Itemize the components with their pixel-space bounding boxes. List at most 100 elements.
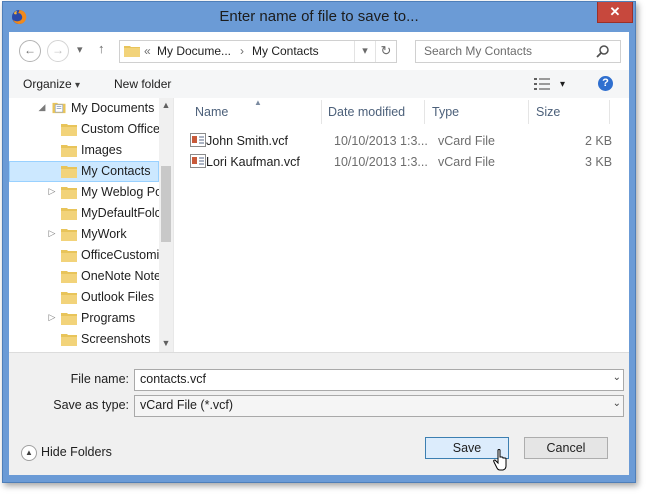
column-header-name[interactable]: Name: [195, 105, 228, 119]
scroll-down-icon[interactable]: ▼: [159, 338, 173, 348]
tree-item-my-weblog-posts[interactable]: ▷ My Weblog Po: [9, 182, 163, 203]
folder-icon: [61, 292, 77, 304]
collapse-up-icon: ▲: [21, 445, 37, 461]
tree-item-mywork[interactable]: ▷ MyWork: [9, 224, 159, 245]
file-row[interactable]: John Smith.vcf 10/10/2013 1:3... vCard F…: [190, 131, 620, 151]
chevron-down-icon[interactable]: ⌄: [613, 372, 621, 383]
tree-item-label: MyWork: [81, 227, 127, 241]
documents-folder-icon: [52, 102, 66, 114]
folder-icon: [124, 46, 140, 57]
expand-arrow-icon[interactable]: ▷: [47, 312, 57, 323]
search-box[interactable]: Search My Contacts: [415, 40, 621, 63]
file-type: vCard File: [438, 134, 495, 148]
expand-arrow-icon[interactable]: ▷: [47, 228, 57, 239]
breadcrumb-my-contacts[interactable]: My Contacts: [252, 44, 319, 58]
chevron-down-icon[interactable]: ⌄: [613, 398, 621, 409]
tree-item-images[interactable]: Images: [9, 140, 159, 161]
refresh-button[interactable]: ↻: [375, 41, 396, 62]
recent-locations-button[interactable]: ▾: [77, 43, 83, 56]
folder-icon: [61, 313, 77, 325]
folder-icon: [61, 145, 77, 157]
file-name-input[interactable]: contacts.vcf: [140, 372, 206, 386]
tree-item-label: OfficeCustomi: [81, 248, 160, 262]
help-icon[interactable]: ?: [598, 76, 613, 91]
tree-item-onenote-notebooks[interactable]: OneNote Note: [9, 266, 161, 287]
search-input[interactable]: Search My Contacts: [424, 44, 532, 58]
cancel-button[interactable]: Cancel: [524, 437, 608, 459]
column-header-size[interactable]: Size: [536, 105, 560, 119]
tree-scrollbar[interactable]: ▲ ▼: [159, 98, 173, 352]
tree-item-label: My Documents: [71, 101, 155, 115]
folder-icon: [61, 334, 77, 346]
column-divider[interactable]: [321, 100, 322, 124]
search-icon: [596, 45, 609, 58]
back-button[interactable]: ←: [19, 40, 41, 62]
up-button[interactable]: ↑: [98, 41, 105, 56]
save-as-type-label: Save as type:: [53, 398, 129, 412]
dialog-body: ← → ▾ ↑ « My Docume... › My Contacts ▾ ↻…: [9, 32, 629, 475]
organize-label: Organize: [23, 77, 72, 91]
tree-item-custom-office[interactable]: Custom Office: [9, 119, 160, 140]
address-dropdown-button[interactable]: ▾: [354, 41, 375, 62]
save-as-type-select[interactable]: vCard File (*.vcf) ⌄: [134, 395, 624, 417]
folder-icon: [61, 250, 77, 262]
window-title: Enter name of file to save to...: [219, 8, 419, 25]
vcard-file-icon: [190, 133, 206, 147]
column-divider[interactable]: [609, 100, 610, 124]
file-name: John Smith.vcf: [206, 134, 288, 148]
close-button[interactable]: ✕: [597, 2, 633, 23]
tree-item-label: Programs: [81, 311, 136, 325]
organize-button[interactable]: Organize ▾: [23, 77, 80, 91]
tree-item-label: OneNote Note: [81, 269, 161, 283]
folder-icon: [61, 229, 77, 241]
column-header-date-modified[interactable]: Date modified: [328, 105, 405, 119]
tree-item-my-documents[interactable]: ◢ My Documents: [9, 98, 159, 119]
new-folder-button[interactable]: New folder: [114, 77, 171, 91]
chevron-down-icon: ▾: [362, 45, 368, 57]
file-type: vCard File: [438, 155, 495, 169]
save-as-type-value: vCard File (*.vcf): [140, 398, 234, 412]
back-arrow-icon: ←: [24, 43, 36, 57]
tree-item-mydefaultfolder[interactable]: MyDefaultFolc: [9, 203, 161, 224]
forward-arrow-icon: →: [52, 43, 64, 57]
file-size: 2 KB: [585, 134, 613, 148]
file-row[interactable]: Lori Kaufman.vcf 10/10/2013 1:3... vCard…: [190, 152, 620, 172]
breadcrumb-overflow[interactable]: «: [144, 44, 151, 58]
navigation-bar: ← → ▾ ↑ « My Docume... › My Contacts ▾ ↻…: [9, 32, 629, 70]
tree-item-my-contacts[interactable]: My Contacts: [9, 161, 159, 182]
close-icon: ✕: [609, 4, 621, 19]
file-size: 3 KB: [585, 155, 613, 169]
tree-item-outlook-files[interactable]: Outlook Files: [9, 287, 159, 308]
tree-item-label: Outlook Files: [81, 290, 154, 304]
change-view-button[interactable]: [534, 78, 550, 93]
save-dialog-window: Enter name of file to save to... ✕ ← → ▾…: [2, 1, 636, 483]
scrollbar-thumb[interactable]: [161, 166, 171, 242]
breadcrumb-my-documents[interactable]: My Docume...: [157, 44, 231, 58]
expand-arrow-icon[interactable]: ▷: [47, 186, 57, 197]
tree-item-label: MyDefaultFolc: [81, 206, 161, 220]
sort-ascending-icon: ▲: [254, 98, 262, 107]
column-header-type[interactable]: Type: [432, 105, 459, 119]
scroll-up-icon[interactable]: ▲: [159, 100, 173, 110]
column-divider[interactable]: [424, 100, 425, 124]
chevron-down-icon: ▾: [75, 80, 81, 91]
details-view-icon: [534, 78, 550, 90]
tree-item-officecustomizations[interactable]: OfficeCustomi: [9, 245, 159, 266]
tree-item-label: My Weblog Po: [81, 185, 163, 199]
file-list: ▲ Name Date modified Type Size John Smit…: [174, 98, 629, 352]
tree-item-programs[interactable]: ▷ Programs: [9, 308, 159, 329]
title-bar[interactable]: Enter name of file to save to... ✕: [3, 2, 635, 32]
tree-item-label: Custom Office: [81, 122, 160, 136]
file-date: 10/10/2013 1:3...: [334, 155, 428, 169]
column-divider[interactable]: [528, 100, 529, 124]
collapse-arrow-icon[interactable]: ◢: [37, 102, 47, 113]
folder-icon: [61, 208, 77, 220]
hide-folders-label: Hide Folders: [41, 445, 112, 459]
tree-item-screenshots[interactable]: Screenshots: [9, 329, 159, 350]
save-options-panel: File name: contacts.vcf ⌄ Save as type: …: [9, 352, 629, 475]
file-name-label: File name:: [70, 372, 129, 386]
file-name-field[interactable]: contacts.vcf ⌄: [134, 369, 624, 391]
view-options-button[interactable]: ▾: [560, 79, 565, 90]
forward-button[interactable]: →: [47, 40, 69, 62]
address-bar[interactable]: « My Docume... › My Contacts ▾ ↻: [119, 40, 397, 63]
